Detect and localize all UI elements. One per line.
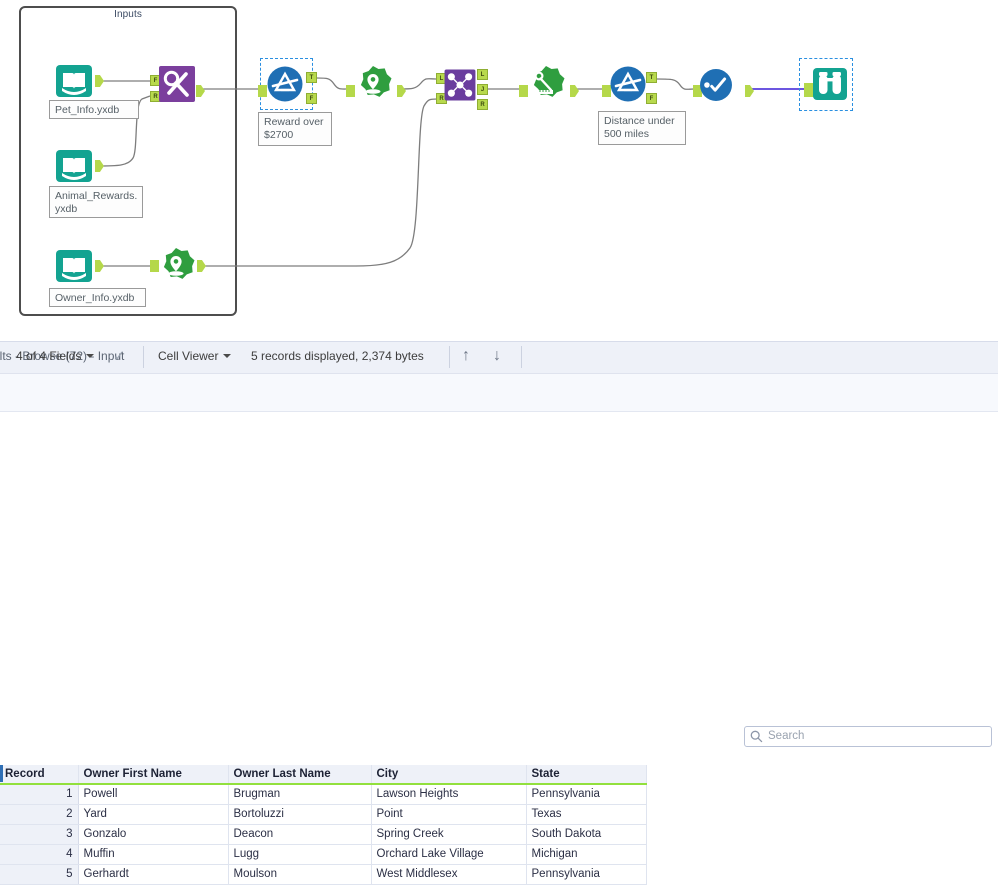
- arrow-down-icon[interactable]: ↓: [493, 347, 501, 365]
- table-row[interactable]: 3 Gonzalo Deacon Spring Creek South Dako…: [0, 824, 647, 845]
- cell-record: 4: [0, 844, 79, 865]
- filter-reward-output-anchor-t[interactable]: T: [306, 72, 317, 83]
- cell-record: 2: [0, 804, 79, 825]
- column-header-city[interactable]: City: [371, 765, 527, 785]
- cell-owner-first-name: Powell: [78, 784, 229, 805]
- cell-owner-first-name: Gerhardt: [78, 864, 229, 885]
- cell-owner-first-name: Gonzalo: [78, 824, 229, 845]
- tool-container-title: Inputs: [114, 9, 142, 20]
- table-header-row: Record Owner First Name Owner Last Name …: [0, 765, 647, 785]
- cell-city: Lawson Heights: [371, 784, 527, 805]
- join-output-anchor-l[interactable]: L: [477, 69, 488, 80]
- cell-state: South Dakota: [526, 824, 647, 845]
- node-caption-filter-reward: Reward over $2700: [258, 112, 332, 146]
- cell-owner-last-name: Deacon: [228, 824, 372, 845]
- filter-tool-reward[interactable]: [263, 62, 307, 106]
- cell-record: 3: [0, 824, 79, 845]
- browse-tool[interactable]: [808, 62, 852, 106]
- input-data-tool-pet-info[interactable]: [52, 59, 96, 103]
- chevron-down-icon-2: [223, 354, 232, 359]
- join-output-anchor-j[interactable]: J: [477, 84, 488, 95]
- filter-reward-output-anchor-f[interactable]: F: [306, 93, 317, 104]
- viewer-selector-label: Cell Viewer: [158, 349, 219, 363]
- cell-city: Point: [371, 804, 527, 825]
- cell-city: Spring Creek: [371, 824, 527, 845]
- arrow-up-icon[interactable]: ↑: [462, 347, 470, 365]
- chevron-down-icon: [86, 354, 95, 359]
- table-row[interactable]: 4 Muffin Lugg Orchard Lake Village Michi…: [0, 844, 647, 865]
- cell-record: 5: [0, 864, 79, 885]
- cell-state: Texas: [526, 804, 647, 825]
- geocoder-tool-2[interactable]: [154, 244, 198, 288]
- check-icon[interactable]: ✓: [113, 347, 126, 365]
- cell-state: Pennsylvania: [526, 784, 647, 805]
- cell-city: Orchard Lake Village: [371, 844, 527, 865]
- results-toolbar: [0, 374, 998, 412]
- table-row[interactable]: 5 Gerhardt Moulson West Middlesex Pennsy…: [0, 864, 647, 885]
- select-tool[interactable]: [697, 66, 735, 104]
- input-data-tool-owner-info[interactable]: [52, 244, 96, 288]
- cell-state: Pennsylvania: [526, 864, 647, 885]
- geocoder-tool-1[interactable]: [351, 62, 395, 106]
- filter-tool-distance[interactable]: [606, 62, 650, 106]
- cell-owner-last-name: Bortoluzzi: [228, 804, 372, 825]
- cell-record: 1: [0, 784, 79, 805]
- cell-owner-first-name: Yard: [78, 804, 229, 825]
- alteryx-designer-window: Inputs Pet_Info.yxdb Animal_Rewards. yxd…: [0, 0, 998, 895]
- node-caption-filter-distance: Distance under 500 miles: [598, 111, 686, 145]
- join-output-anchor-r[interactable]: R: [477, 99, 488, 110]
- cell-owner-last-name: Moulson: [228, 864, 372, 885]
- fields-selector-label: 4 of 4 Fields: [16, 349, 82, 363]
- cell-state: Michigan: [526, 844, 647, 865]
- distance-tool[interactable]: [524, 62, 568, 106]
- node-caption-animal-rewards: Animal_Rewards. yxdb: [49, 186, 143, 218]
- join-tool[interactable]: [440, 65, 480, 105]
- select-output-anchor[interactable]: [745, 85, 754, 97]
- filter-distance-output-anchor-t[interactable]: T: [646, 72, 657, 83]
- search-icon: [750, 730, 763, 743]
- table-row[interactable]: 1 Powell Brugman Lawson Heights Pennsylv…: [0, 784, 647, 805]
- fields-selector[interactable]: 4 of 4 Fields: [16, 349, 95, 363]
- cell-owner-last-name: Lugg: [228, 844, 372, 865]
- cell-owner-last-name: Brugman: [228, 784, 372, 805]
- node-caption-pet-info: Pet_Info.yxdb: [49, 100, 139, 119]
- grid-left-accent: [0, 765, 3, 782]
- distance-output-anchor[interactable]: [570, 85, 579, 97]
- column-header-state[interactable]: State: [526, 765, 647, 785]
- results-table: Record Owner First Name Owner Last Name …: [0, 765, 647, 885]
- table-row[interactable]: 2 Yard Bortoluzzi Point Texas: [0, 804, 647, 825]
- results-pane: ults - Browse (72) - Input 4 of 4 Fields…: [0, 338, 998, 895]
- workflow-canvas[interactable]: Inputs Pet_Info.yxdb Animal_Rewards. yxd…: [0, 0, 998, 338]
- cell-city: West Middlesex: [371, 864, 527, 885]
- search-placeholder: Search: [768, 730, 805, 742]
- records-status-label: 5 records displayed, 2,374 bytes: [251, 349, 424, 363]
- filter-distance-output-anchor-f[interactable]: F: [646, 93, 657, 104]
- viewer-selector[interactable]: Cell Viewer: [158, 349, 232, 363]
- results-data-grid[interactable]: Record Owner First Name Owner Last Name …: [0, 765, 998, 895]
- input-data-tool-animal-rewards[interactable]: [52, 144, 96, 188]
- cell-owner-first-name: Muffin: [78, 844, 229, 865]
- column-header-owner-first-name[interactable]: Owner First Name: [78, 765, 229, 785]
- find-replace-tool[interactable]: [155, 62, 199, 106]
- node-caption-owner-info: Owner_Info.yxdb: [49, 288, 146, 307]
- geocoder-1-output-anchor[interactable]: [397, 85, 406, 97]
- column-header-owner-last-name[interactable]: Owner Last Name: [228, 765, 372, 785]
- column-header-record[interactable]: Record: [0, 765, 79, 785]
